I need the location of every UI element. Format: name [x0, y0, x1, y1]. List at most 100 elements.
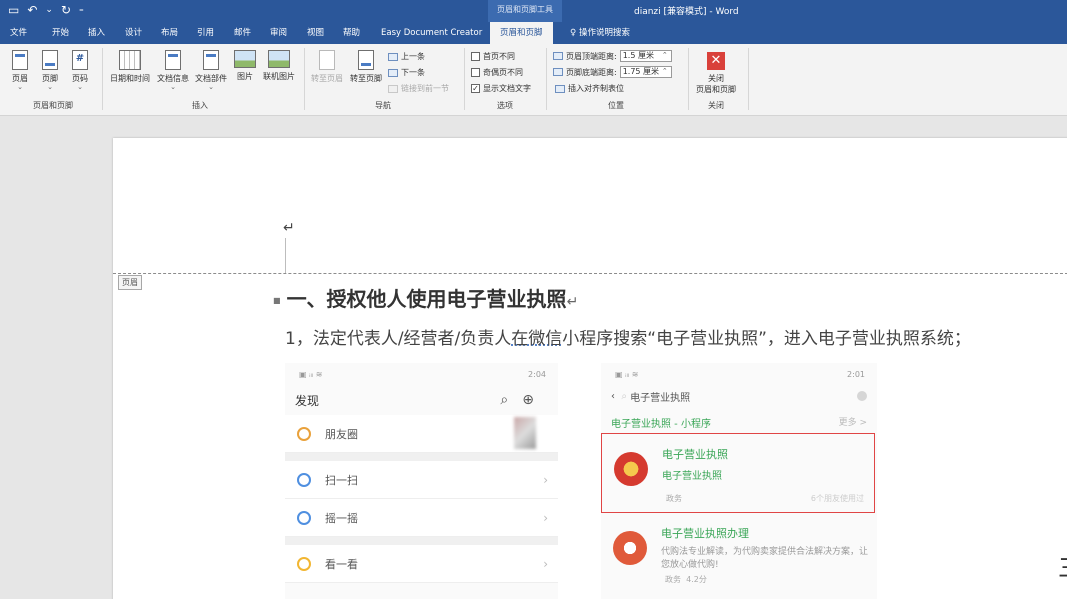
header-button[interactable]: 页眉 ⌄: [6, 50, 34, 91]
link-icon: [388, 84, 398, 93]
document-title: dianzi [兼容模式] - Word: [634, 7, 739, 17]
header-tag: 页眉: [118, 275, 142, 290]
goto-footer-label: 转至页脚: [350, 74, 382, 83]
result-subtitle: 电子营业执照: [662, 471, 722, 482]
back-icon: ‹: [611, 390, 622, 402]
previous-button[interactable]: 上一条: [388, 51, 425, 62]
next-icon: [388, 68, 398, 77]
link-previous-button[interactable]: 链接到前一节: [388, 83, 449, 94]
header-icon: [12, 50, 28, 70]
tell-me-search[interactable]: ♀ 操作说明搜索: [570, 22, 630, 44]
link-previous-label: 链接到前一节: [401, 84, 449, 93]
tab-home[interactable]: 开始: [52, 22, 69, 44]
quick-parts-button[interactable]: 文档部件 ⌄: [193, 50, 229, 91]
tab-insert[interactable]: 插入: [88, 22, 105, 44]
tab-header-footer[interactable]: 页眉和页脚: [490, 22, 553, 44]
header-position-icon: [553, 52, 563, 60]
contextual-tab-title: 页眉和页脚工具: [488, 0, 562, 22]
chevron-right-icon: ›: [543, 510, 548, 525]
picture-button[interactable]: 图片: [232, 50, 258, 82]
redo-icon[interactable]: ↻: [61, 3, 71, 17]
online-picture-button[interactable]: 联机图片: [260, 50, 298, 82]
footer-icon: [42, 50, 58, 70]
tab-view[interactable]: 视图: [307, 22, 324, 44]
section-heading[interactable]: ■ 一、授权他人使用电子营业执照↵: [273, 283, 578, 312]
tab-layout[interactable]: 布局: [161, 22, 178, 44]
page-number-button[interactable]: # 页码 ⌄: [66, 50, 94, 91]
picture-label: 图片: [237, 72, 253, 81]
page-number-icon: #: [72, 50, 88, 70]
top-stories-icon: [297, 556, 311, 571]
group-separator: [102, 48, 103, 110]
datetime-button[interactable]: 日期和时间: [107, 50, 153, 84]
group-label-close: 关闭: [708, 101, 724, 110]
undo-icon[interactable]: ↶: [27, 3, 37, 17]
chevron-down-icon: ⌄: [17, 83, 23, 91]
document-page[interactable]: ↵ 页眉 ■ 一、授权他人使用电子营业执照↵ 1，法定代表人/经营者/负责人在微信…: [113, 138, 1067, 599]
result-tag: 政务: [666, 494, 682, 503]
tab-help[interactable]: 帮助: [343, 22, 360, 44]
next-label: 下一条: [401, 68, 425, 77]
footer-from-bottom-input[interactable]: 1.75 厘米: [619, 66, 672, 78]
tell-me-label: 操作说明搜索: [578, 28, 630, 38]
goto-header-button[interactable]: 转至页眉: [308, 50, 346, 84]
search-result-highlighted: 电子营业执照 电子营业执照 政务 6个朋友使用过: [601, 433, 875, 513]
group-label-header-footer: 页眉和页脚: [33, 101, 73, 110]
document-info-label: 文档信息: [157, 74, 189, 83]
body-paragraph[interactable]: 1，法定代表人/经营者/负责人在微信小程序搜索“电子营业执照”，进入电子营业执照…: [285, 324, 971, 349]
different-first-page-checkbox[interactable]: 首页不同: [471, 51, 515, 62]
different-odd-even-checkbox[interactable]: 奇偶页不同: [471, 67, 523, 78]
customize-qat-icon[interactable]: ₌: [79, 5, 84, 15]
tab-mailings[interactable]: 邮件: [234, 22, 251, 44]
paragraph-text-b: 在微信: [511, 329, 563, 349]
tab-references[interactable]: 引用: [197, 22, 214, 44]
list-item-label: 摇一摇: [325, 511, 358, 525]
embedded-image-wechat-discover[interactable]: ▣ ᵢₗₗ ≋ 2:04 发现 ⌕⊕ 朋友圈 扫一扫 › 摇一摇 › 看一看 ›: [285, 363, 558, 599]
group-label-navigation: 导航: [375, 101, 391, 110]
document-info-icon: [165, 50, 181, 70]
online-picture-label: 联机图片: [263, 72, 295, 81]
undo-dropdown-icon[interactable]: ⌄: [45, 5, 53, 15]
close-header-footer-button[interactable]: ✕ 关闭 页眉和页脚: [692, 52, 740, 95]
bullet-icon: ■: [273, 296, 281, 305]
category-label: 电子营业执照 - 小程序: [611, 419, 711, 430]
goto-header-label: 转至页眉: [311, 74, 343, 83]
footer-position-icon: [553, 68, 563, 76]
lightbulb-icon: ♀: [570, 28, 579, 38]
signal-icon: ▣ ᵢₗₗ ≋: [615, 370, 639, 379]
footer-button[interactable]: 页脚 ⌄: [36, 50, 64, 91]
group-separator: [688, 48, 689, 110]
header-from-top-input[interactable]: 1.5 厘米: [619, 50, 672, 62]
show-document-text-checkbox[interactable]: ✓ 显示文档文字: [471, 83, 531, 94]
document-info-button[interactable]: 文档信息 ⌄: [155, 50, 191, 91]
footer-label: 页脚: [42, 74, 58, 83]
search-query: 电子营业执照: [630, 392, 691, 404]
tab-easy-document-creator[interactable]: Easy Document Creator: [381, 22, 482, 44]
goto-footer-icon: [358, 50, 374, 70]
ecommerce-law-icon: [613, 531, 647, 565]
national-emblem-icon: [614, 452, 648, 486]
embedded-image-miniprogram-search[interactable]: ▣ ᵢₗₗ ≋ 2:01 ‹ ⌕ 电子营业执照 电子营业执照 - 小程序 更多 …: [601, 363, 877, 599]
goto-footer-button[interactable]: 转至页脚: [347, 50, 385, 84]
tab-design[interactable]: 设计: [125, 22, 142, 44]
header-from-top-control: 页眉顶端距离: 1.5 厘米: [553, 50, 672, 62]
insert-alignment-tab-button[interactable]: 插入对齐制表位: [555, 83, 624, 94]
quick-parts-icon: [203, 50, 219, 70]
tab-file[interactable]: 文件: [10, 22, 27, 44]
more-link: 更多 >: [838, 418, 867, 428]
checkbox-unchecked-icon: [471, 52, 480, 61]
status-time: 2:01: [847, 370, 865, 379]
search-icon: ⌕: [621, 390, 631, 402]
chevron-down-icon: ⌄: [170, 83, 176, 91]
previous-icon: [388, 52, 398, 61]
group-separator: [304, 48, 305, 110]
goto-header-icon: [319, 50, 335, 70]
next-button[interactable]: 下一条: [388, 67, 425, 78]
group-label-insert: 插入: [192, 101, 208, 110]
tab-review[interactable]: 审阅: [270, 22, 287, 44]
list-item-label: 看一看: [325, 557, 358, 571]
discover-title: 发现: [295, 393, 320, 408]
save-icon[interactable]: ▭: [8, 3, 19, 17]
chevron-right-icon: ›: [543, 472, 548, 487]
discover-header: 发现 ⌕⊕: [285, 385, 558, 415]
